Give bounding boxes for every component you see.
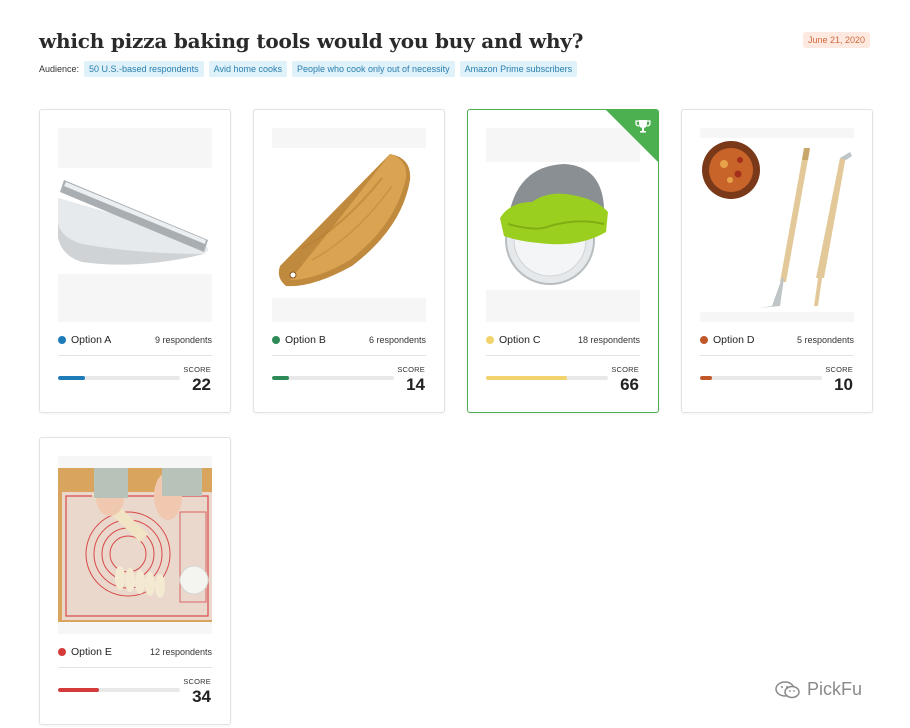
- score-label: SCORE: [397, 365, 425, 374]
- option-card-a[interactable]: Option A 9 respondents SCORE 22: [39, 109, 231, 413]
- score-label: SCORE: [183, 677, 211, 686]
- date-badge: June 21, 2020: [803, 32, 870, 48]
- score-bar-fill: [486, 376, 567, 380]
- audience-label: Audience:: [39, 64, 80, 74]
- wechat-icon: [775, 680, 800, 698]
- audience-chip: Avid home cooks: [208, 61, 287, 77]
- score-value: 14: [406, 375, 425, 394]
- score-bar: [272, 376, 394, 380]
- option-name: Option E: [71, 646, 112, 658]
- score-value: 22: [192, 375, 211, 394]
- score-label: SCORE: [825, 365, 853, 374]
- respondent-count: 6 respondents: [368, 335, 426, 345]
- trophy-icon: [635, 120, 651, 133]
- option-image[interactable]: [700, 128, 854, 322]
- score-bar: [700, 376, 822, 380]
- option-color-dot: [58, 648, 66, 656]
- respondent-count: 9 respondents: [154, 335, 212, 345]
- option-name: Option C: [499, 334, 541, 346]
- option-color-dot: [58, 336, 66, 344]
- watermark-text: PickFu: [807, 679, 863, 699]
- option-name: Option A: [71, 334, 112, 346]
- score-value: 66: [620, 375, 639, 394]
- option-label-row: Option C 18 respondents: [486, 334, 640, 346]
- option-image[interactable]: [272, 128, 426, 322]
- score-bar: [58, 376, 180, 380]
- score-bar: [486, 376, 608, 380]
- score-value: 34: [192, 687, 211, 706]
- option-label-row: Option A 9 respondents: [58, 334, 212, 346]
- page-title: which pizza baking tools would you buy a…: [39, 29, 584, 53]
- silicone-baking-mat-image: [58, 456, 212, 634]
- option-image[interactable]: [58, 456, 212, 634]
- option-label-row: Option D 5 respondents: [700, 334, 854, 346]
- pizza-rocker-knife-image: [58, 128, 212, 322]
- score-bar-fill: [58, 688, 100, 692]
- divider: [486, 355, 640, 356]
- divider: [58, 355, 212, 356]
- audience-chip: People who cook only out of necessity: [291, 61, 455, 77]
- score-label: SCORE: [183, 365, 211, 374]
- pizza-peel-tools-image: [700, 128, 854, 322]
- option-image[interactable]: [58, 128, 212, 322]
- audience-chip: Amazon Prime subscribers: [459, 61, 578, 77]
- score-bar: [58, 688, 180, 692]
- pickfu-watermark: PickFu: [775, 679, 862, 700]
- wooden-rocker-cutter-image: [272, 128, 426, 322]
- respondent-count: 18 respondents: [577, 335, 640, 345]
- divider: [58, 667, 212, 668]
- audience-chip: 50 U.S.-based respondents: [84, 61, 204, 77]
- divider: [272, 355, 426, 356]
- respondent-count: 12 respondents: [149, 647, 212, 657]
- option-card-e[interactable]: Option E 12 respondents SCORE 34: [39, 437, 231, 725]
- option-color-dot: [272, 336, 280, 344]
- option-name: Option B: [285, 334, 326, 346]
- score-label: SCORE: [611, 365, 639, 374]
- score-value: 10: [834, 375, 853, 394]
- option-label-row: Option E 12 respondents: [58, 646, 212, 658]
- option-card-c[interactable]: Option C 18 respondents SCORE 66: [467, 109, 659, 413]
- score-bar-fill: [700, 376, 713, 380]
- option-name: Option D: [713, 334, 755, 346]
- option-label-row: Option B 6 respondents: [272, 334, 426, 346]
- score-bar-fill: [58, 376, 85, 380]
- score-bar-fill: [272, 376, 290, 380]
- option-color-dot: [486, 336, 494, 344]
- audience-row: Audience: 50 U.S.-based respondents Avid…: [39, 61, 578, 77]
- respondent-count: 5 respondents: [796, 335, 854, 345]
- option-color-dot: [700, 336, 708, 344]
- option-card-d[interactable]: Option D 5 respondents SCORE 10: [681, 109, 873, 413]
- divider: [700, 355, 854, 356]
- option-card-b[interactable]: Option B 6 respondents SCORE 14: [253, 109, 445, 413]
